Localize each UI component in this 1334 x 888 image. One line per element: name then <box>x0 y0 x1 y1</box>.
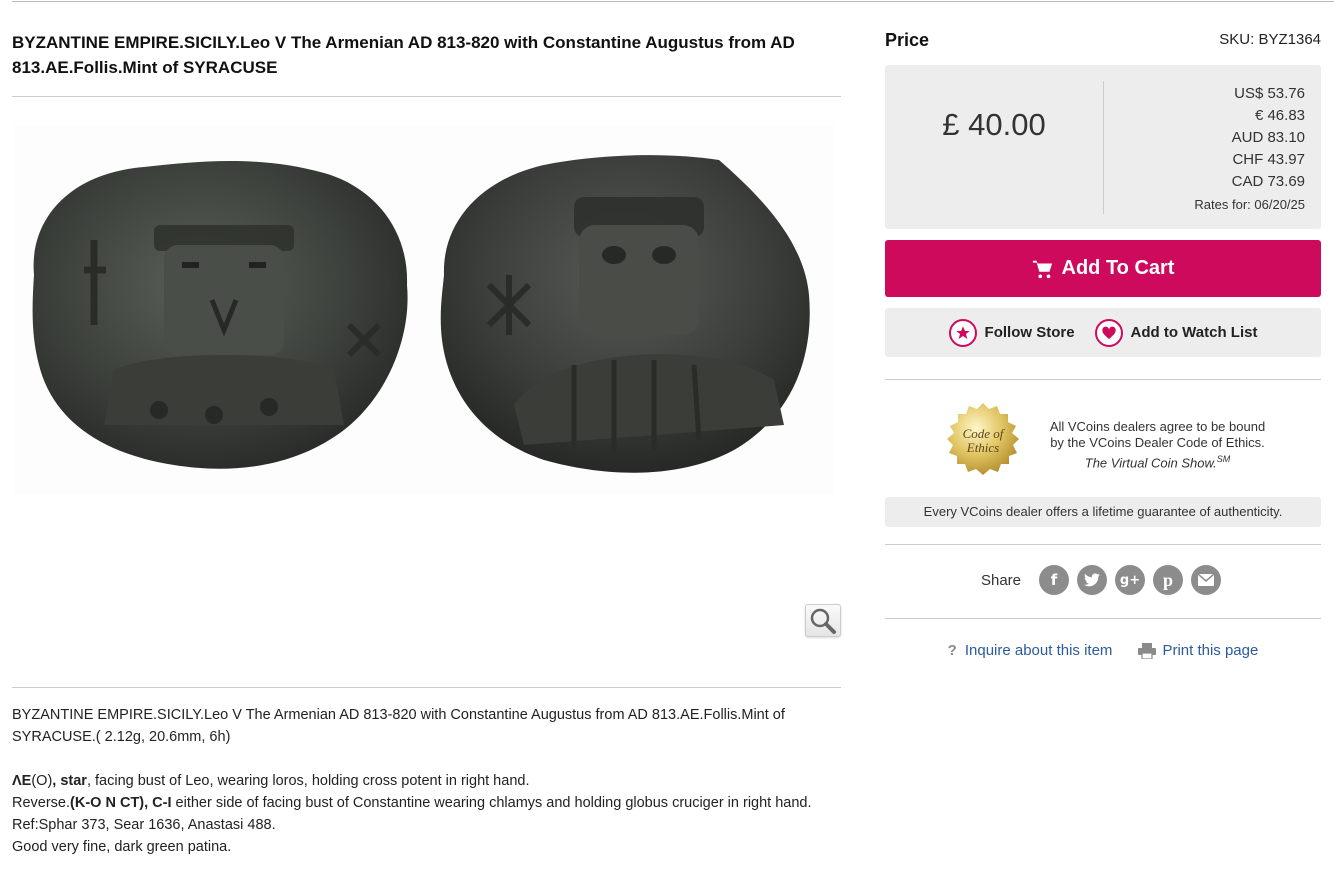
cart-icon <box>1032 260 1052 278</box>
reverse-prefix: Reverse. <box>12 795 71 811</box>
obverse-text: , facing bust of Leo, wearing loros, hol… <box>86 773 530 789</box>
facebook-icon[interactable]: f <box>1039 565 1070 595</box>
obverse-paren: (O) <box>31 773 53 789</box>
seal-text-line2: Ethics <box>966 440 1000 455</box>
code-of-ethics-seal[interactable]: Code of Ethics <box>941 401 1025 485</box>
obverse-star: , star <box>52 773 87 789</box>
share-bar: Share f g+ p <box>885 565 1321 595</box>
watch-list-label: Add to Watch List <box>1130 324 1258 341</box>
ethics-statement: All VCoins dealers agree to be bound by … <box>1045 419 1270 471</box>
divider <box>12 687 841 688</box>
twitter-icon[interactable] <box>1077 565 1108 595</box>
description-summary: BYZANTINE EMPIRE.SICILY.Leo V The Armeni… <box>12 707 785 745</box>
authenticity-guarantee: Every VCoins dealer offers a lifetime gu… <box>885 497 1321 527</box>
ethics-line-3: The Virtual Coin Show.SM <box>1045 451 1270 471</box>
currency-rates: US$ 53.76 € 46.83 AUD 83.10 CHF 43.97 CA… <box>1194 83 1305 216</box>
share-label: Share <box>980 571 1022 589</box>
print-label: Print this page <box>1162 642 1259 659</box>
google-plus-icon[interactable]: g+ <box>1115 565 1146 595</box>
divider <box>885 618 1321 619</box>
inquire-label: Inquire about this item <box>964 642 1113 659</box>
coin-obverse-image <box>32 161 408 469</box>
magnifier-icon <box>810 608 836 634</box>
price-heading: Price <box>885 30 930 50</box>
coin-reverse-image <box>440 155 810 473</box>
reverse-legend: (K-O N CT), C-I <box>70 795 172 811</box>
question-icon: ? <box>947 642 957 659</box>
add-to-cart-label: Add To Cart <box>1061 257 1175 279</box>
seal-text-line1: Code of <box>963 426 1006 441</box>
rate-usd: US$ 53.76 <box>1234 85 1305 102</box>
follow-panel: Follow Store Add to Watch List <box>885 308 1321 357</box>
print-link[interactable]: Print this page <box>1138 642 1258 659</box>
description-obverse: ΛΕ(O), star, facing bust of Leo, wearing… <box>12 770 832 792</box>
description-references: Ref:Sphar 373, Sear 1636, Anastasi 488. <box>12 817 276 833</box>
star-icon <box>948 318 977 347</box>
main-price: £ 40.00 <box>942 107 1046 142</box>
description-reverse: Reverse.(K-O N CT), C-I either side of f… <box>12 792 832 814</box>
follow-store-button[interactable]: Follow Store <box>948 318 1075 347</box>
email-icon[interactable] <box>1191 565 1222 595</box>
pinterest-icon[interactable]: p <box>1153 565 1184 595</box>
rates-date: Rates for: 06/20/25 <box>1194 197 1305 212</box>
ethics-line-1: All VCoins dealers agree to be bound <box>1049 419 1266 434</box>
divider <box>12 96 841 97</box>
sku-label: SKU: BYZ1364 <box>1219 31 1321 48</box>
printer-icon <box>1138 642 1157 659</box>
rate-aud: AUD 83.10 <box>1231 129 1305 146</box>
service-mark: SM <box>1216 454 1231 464</box>
price-divider <box>1103 81 1104 214</box>
product-title: BYZANTINE EMPIRE.SICILY.Leo V The Armeni… <box>12 33 795 77</box>
product-description: BYZANTINE EMPIRE.SICILY.Leo V The Armeni… <box>12 704 832 858</box>
ethics-show-name: The Virtual Coin Show. <box>1084 455 1217 471</box>
add-to-cart-button[interactable]: Add To Cart <box>885 240 1321 297</box>
watch-list-button[interactable]: Add to Watch List <box>1094 318 1258 347</box>
follow-store-label: Follow Store <box>984 324 1075 341</box>
rate-chf: CHF 43.97 <box>1232 151 1305 168</box>
footer-links: ? Inquire about this item Print this pag… <box>885 642 1321 659</box>
inquire-link[interactable]: ? Inquire about this item <box>948 642 1113 659</box>
divider <box>885 379 1321 380</box>
rate-cad: CAD 73.69 <box>1231 173 1305 190</box>
heart-icon <box>1094 318 1123 347</box>
reverse-text: either side of facing bust of Constantin… <box>171 795 812 811</box>
price-panel: £ 40.00 US$ 53.76 € 46.83 AUD 83.10 CHF … <box>885 65 1321 229</box>
ethics-line-2: by the VCoins Dealer Code of Ethics. <box>1050 435 1265 450</box>
product-image[interactable] <box>14 125 834 495</box>
divider <box>885 544 1321 545</box>
obverse-legend: ΛΕ <box>12 773 32 789</box>
zoom-button[interactable] <box>805 604 841 637</box>
rate-eur: € 46.83 <box>1254 107 1305 124</box>
top-divider <box>12 1 1334 2</box>
description-grade: Good very fine, dark green patina. <box>12 839 232 855</box>
